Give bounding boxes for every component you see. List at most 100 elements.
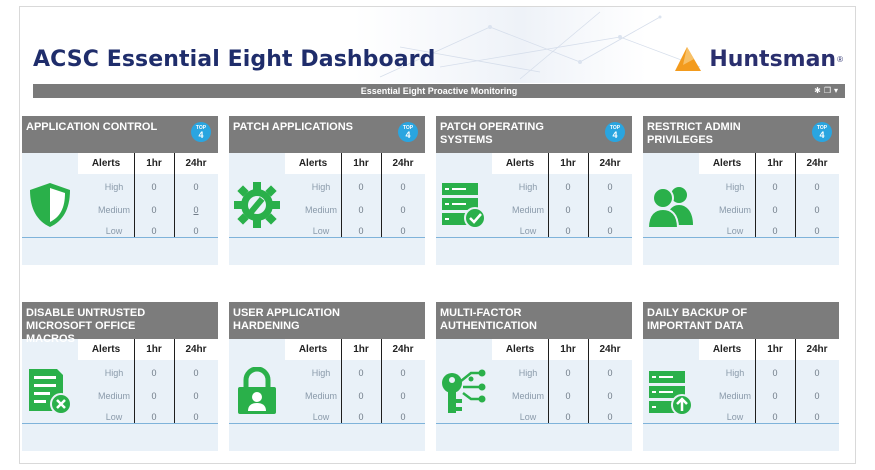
- card-header: User Application Hardening: [229, 302, 425, 339]
- cell-1hr-medium[interactable]: 0: [755, 391, 795, 401]
- row-label-medium: Medium: [511, 205, 544, 215]
- cell-24hr-low[interactable]: 0: [588, 412, 632, 422]
- card-header: Patch Applications TOP 4: [229, 116, 425, 153]
- cell-1hr-high[interactable]: 0: [134, 182, 174, 192]
- top4-badge: TOP 4: [398, 122, 418, 142]
- card-user-application-hardening[interactable]: User Application Hardening Alerts 1hr 24hr H…: [229, 302, 425, 451]
- cell-24hr-medium[interactable]: 0: [795, 205, 839, 215]
- card-restrict-admin-privileges[interactable]: Restrict Admin Privileges TOP 4 Alerts 1hr 24…: [643, 116, 839, 265]
- top4-badge: TOP 4: [605, 122, 625, 142]
- col-header-24hr: 24hr: [588, 153, 632, 174]
- card-header: Daily Backup of Important Data: [643, 302, 839, 339]
- cell-1hr-high[interactable]: 0: [134, 368, 174, 378]
- cell-1hr-medium[interactable]: 0: [134, 205, 174, 215]
- row-label-medium: Medium: [97, 205, 130, 215]
- cell-24hr-medium[interactable]: 0: [174, 205, 218, 215]
- column-divider: [755, 153, 756, 237]
- row-label-high: High: [725, 368, 745, 378]
- col-header-24hr: 24hr: [795, 153, 839, 174]
- cell-1hr-medium[interactable]: 0: [548, 205, 588, 215]
- card-daily-backup-of-important-data[interactable]: Daily Backup of Important Data Alerts 1hr 2…: [643, 302, 839, 451]
- table-bottom-rule: [643, 423, 839, 424]
- row-label-high: High: [725, 182, 745, 192]
- key-network-icon: [441, 367, 487, 415]
- card-disable-untrusted-microsoft-office-macros[interactable]: Disable Untrusted Microsoft Office Macro…: [22, 302, 218, 451]
- cell-1hr-medium[interactable]: 0: [755, 205, 795, 215]
- settings-icon[interactable]: ✱: [814, 86, 824, 95]
- cell-24hr-high[interactable]: 0: [381, 368, 425, 378]
- cell-1hr-medium[interactable]: 0: [548, 391, 588, 401]
- card-application-control[interactable]: Application Control TOP 4 Alerts 1hr 24hr High…: [22, 116, 218, 265]
- cell-1hr-low[interactable]: 0: [548, 226, 588, 236]
- row-label-low: Low: [726, 412, 744, 422]
- card-title: Multi-Factor Authentication: [440, 307, 537, 332]
- cell-24hr-high[interactable]: 0: [795, 182, 839, 192]
- card-patch-applications[interactable]: Patch Applications TOP 4 Alerts 1hr 24hr High 0…: [229, 116, 425, 265]
- top4-badge-number: 4: [612, 130, 618, 140]
- card-multi-factor-authentication[interactable]: Multi-Factor Authentication Alerts 1hr 24hr…: [436, 302, 632, 451]
- cell-24hr-low[interactable]: 0: [381, 412, 425, 422]
- cell-1hr-medium[interactable]: 0: [341, 391, 381, 401]
- cell-24hr-high[interactable]: 0: [174, 182, 218, 192]
- cell-1hr-medium[interactable]: 0: [341, 205, 381, 215]
- section-bar: Essential Eight Proactive Monitoring ✱❐▾: [33, 84, 845, 98]
- cell-24hr-medium[interactable]: 0: [174, 391, 218, 401]
- cell-24hr-low[interactable]: 0: [174, 226, 218, 236]
- col-header-alerts: Alerts: [492, 153, 548, 174]
- cell-1hr-high[interactable]: 0: [755, 182, 795, 192]
- section-bar-title: Essential Eight Proactive Monitoring: [360, 86, 518, 96]
- cell-24hr-medium[interactable]: 0: [588, 205, 632, 215]
- cell-24hr-medium[interactable]: 0: [795, 391, 839, 401]
- row-label-low: Low: [726, 226, 744, 236]
- gear-wrench-icon: [234, 181, 280, 229]
- cell-24hr-medium[interactable]: 0: [381, 391, 425, 401]
- cell-1hr-medium[interactable]: 0: [134, 391, 174, 401]
- table-bottom-rule: [643, 237, 839, 238]
- cell-1hr-low[interactable]: 0: [341, 226, 381, 236]
- card-title: Application Control: [26, 121, 158, 133]
- cell-1hr-high[interactable]: 0: [548, 368, 588, 378]
- cell-24hr-low[interactable]: 0: [588, 226, 632, 236]
- column-divider: [134, 339, 135, 423]
- row-label-high: High: [518, 182, 538, 192]
- cell-1hr-high[interactable]: 0: [341, 368, 381, 378]
- cell-1hr-high[interactable]: 0: [755, 368, 795, 378]
- cell-1hr-low[interactable]: 0: [134, 226, 174, 236]
- cell-24hr-high[interactable]: 0: [795, 368, 839, 378]
- huntsman-logo-icon: [675, 47, 702, 71]
- cell-24hr-high[interactable]: 0: [174, 368, 218, 378]
- cell-1hr-low[interactable]: 0: [755, 226, 795, 236]
- cell-24hr-low[interactable]: 0: [795, 226, 839, 236]
- cell-1hr-low[interactable]: 0: [548, 412, 588, 422]
- cell-24hr-high[interactable]: 0: [588, 182, 632, 192]
- cell-24hr-low[interactable]: 0: [381, 226, 425, 236]
- card-header: Application Control TOP 4: [22, 116, 218, 153]
- cell-1hr-high[interactable]: 0: [341, 182, 381, 192]
- table-bottom-rule: [436, 237, 632, 238]
- cell-24hr-medium[interactable]: 0: [381, 205, 425, 215]
- cell-24hr-high[interactable]: 0: [588, 368, 632, 378]
- col-header-1hr: 1hr: [341, 153, 381, 174]
- top4-badge-number: 4: [198, 130, 204, 140]
- cell-1hr-low[interactable]: 0: [341, 412, 381, 422]
- cell-24hr-medium[interactable]: 0: [588, 391, 632, 401]
- card-title: Restrict Admin Privileges: [647, 121, 741, 146]
- collapse-icon[interactable]: ▾: [834, 86, 841, 95]
- column-divider: [341, 339, 342, 423]
- cell-24hr-low[interactable]: 0: [174, 412, 218, 422]
- cell-24hr-high[interactable]: 0: [381, 182, 425, 192]
- row-label-low: Low: [312, 412, 330, 422]
- card-patch-operating-systems[interactable]: Patch Operating Systems TOP 4 Alerts 1hr 24hr…: [436, 116, 632, 265]
- col-header-1hr: 1hr: [134, 153, 174, 174]
- column-divider: [588, 153, 589, 237]
- top4-badge-number: 4: [405, 130, 411, 140]
- cell-24hr-low[interactable]: 0: [795, 412, 839, 422]
- brand-registered-mark: ®: [837, 54, 843, 64]
- brand-name: Huntsman: [709, 46, 837, 72]
- window-icon[interactable]: ❐: [824, 86, 834, 95]
- cell-1hr-low[interactable]: 0: [755, 412, 795, 422]
- cell-1hr-high[interactable]: 0: [548, 182, 588, 192]
- cell-1hr-low[interactable]: 0: [134, 412, 174, 422]
- col-header-24hr: 24hr: [795, 339, 839, 360]
- col-header-24hr: 24hr: [174, 339, 218, 360]
